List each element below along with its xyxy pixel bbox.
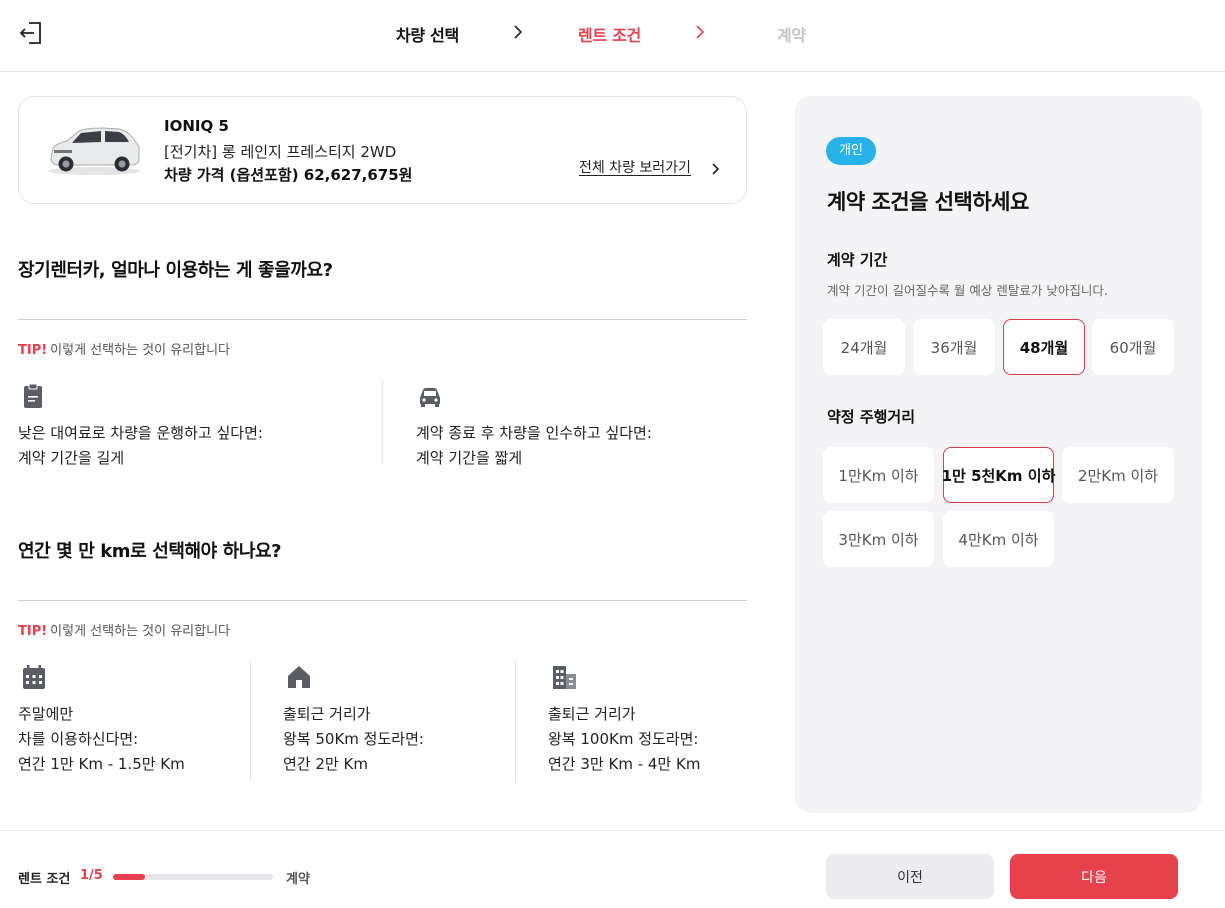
tip-line: 낮은 대여료로 차량을 운행하고 싶다면: xyxy=(18,424,263,442)
progress-label: 렌트 조건 xyxy=(18,872,71,887)
tip-line: 계약 기간을 짧게 xyxy=(416,449,523,467)
view-all-cars-link[interactable]: 전체 차량 보러가기 xyxy=(579,157,691,177)
step-contract: 계약 xyxy=(777,26,806,45)
tip-line: 왕복 50Km 정도라면: xyxy=(283,730,424,748)
previous-button[interactable]: 이전 xyxy=(826,854,994,899)
mileage-option-20k[interactable]: 2만Km 이하 xyxy=(1062,447,1174,503)
contract-conditions-panel: 개인 계약 조건을 선택하세요 계약 기간 계약 기간이 길어질수록 월 예상 … xyxy=(795,96,1202,813)
mileage-option-15k[interactable]: 1만 5천Km 이하 xyxy=(942,447,1055,503)
divider xyxy=(18,319,747,320)
exit-icon[interactable] xyxy=(18,20,44,46)
chevron-right-icon[interactable] xyxy=(711,161,721,177)
period-option-24[interactable]: 24개월 xyxy=(823,319,905,375)
period-question: 장기렌터카, 얼마나 이용하는 게 좋을까요? xyxy=(18,260,333,281)
tip-text: 이렇게 선택하는 것이 유리합니다 xyxy=(50,624,231,639)
progress-end-label: 계약 xyxy=(286,872,310,887)
tip-line: 연간 1만 Km - 1.5만 Km xyxy=(18,755,185,773)
tip-line: 연간 3만 Km - 4만 Km xyxy=(548,755,701,773)
period-option-48[interactable]: 48개월 xyxy=(1003,319,1085,375)
tip-line: 왕복 100Km 정도라면: xyxy=(548,730,699,748)
mileage-question: 연간 몇 만 km로 선택해야 하나요? xyxy=(18,541,282,562)
car-image xyxy=(48,127,140,175)
step-vehicle-select[interactable]: 차량 선택 xyxy=(396,22,459,46)
mileage-tip-50km: 출퇴근 거리가 왕복 50Km 정도라면: 연간 2만 Km xyxy=(283,702,424,777)
calendar-icon xyxy=(23,665,45,689)
mileage-tip-100km: 출퇴근 거리가 왕복 100Km 정도라면: 연간 3만 Km - 4만 Km xyxy=(548,702,700,777)
top-header: 차량 선택 렌트 조건 계약 xyxy=(0,0,1225,72)
car-model-name: IONIQ 5 xyxy=(164,117,229,135)
divider xyxy=(18,600,747,601)
divider xyxy=(382,380,383,464)
car-icon xyxy=(420,388,440,407)
mileage-tip-weekend: 주말에만 차를 이용하신다면: 연간 1만 Km - 1.5만 Km xyxy=(18,702,185,777)
clipboard-icon xyxy=(24,383,42,408)
mileage-option-10k[interactable]: 1만Km 이하 xyxy=(823,447,934,503)
chevron-right-icon xyxy=(696,25,705,39)
period-description: 계약 기간이 길어질수록 월 예상 렌탈료가 낮아집니다. xyxy=(827,283,1108,298)
progress-bar xyxy=(113,874,273,880)
mileage-label: 약정 주행거리 xyxy=(827,408,916,426)
customer-type-badge: 개인 xyxy=(826,137,876,165)
step-rent-conditions[interactable]: 렌트 조건 xyxy=(578,22,641,46)
progress-count: 1/5 xyxy=(80,868,103,883)
tip-line: 계약 기간을 길게 xyxy=(18,449,125,467)
tip-line: 주말에만 xyxy=(18,705,74,723)
tip-label: TIP! xyxy=(18,343,48,358)
car-price: 차량 가격 (옵션포함) 62,627,675원 xyxy=(164,166,413,184)
tip-text: 이렇게 선택하는 것이 유리합니다 xyxy=(50,343,231,358)
progress-bar-fill xyxy=(113,874,145,880)
divider xyxy=(515,660,516,782)
tip-line: 출퇴근 거리가 xyxy=(548,705,636,723)
panel-title: 계약 조건을 선택하세요 xyxy=(827,190,1029,214)
house-icon xyxy=(288,666,310,688)
period-tip: TIP! 이렇게 선택하는 것이 유리합니다 xyxy=(18,339,230,358)
selected-car-card: IONIQ 5 [전기차] 롱 레인지 프레스티지 2WD 차량 가격 (옵션포… xyxy=(18,96,747,204)
tip-line: 차를 이용하신다면: xyxy=(18,730,139,748)
mileage-option-40k[interactable]: 4만Km 이하 xyxy=(943,511,1054,567)
next-button[interactable]: 다음 xyxy=(1010,854,1178,899)
period-option-36[interactable]: 36개월 xyxy=(913,319,995,375)
period-tip-short: 계약 종료 후 차량을 인수하고 싶다면: 계약 기간을 짧게 xyxy=(416,421,652,471)
chevron-right-icon xyxy=(514,25,523,39)
building-icon xyxy=(553,666,576,689)
mileage-tip: TIP! 이렇게 선택하는 것이 유리합니다 xyxy=(18,620,230,639)
period-option-60[interactable]: 60개월 xyxy=(1092,319,1174,375)
mileage-option-30k[interactable]: 3만Km 이하 xyxy=(823,511,934,567)
period-label: 계약 기간 xyxy=(827,251,888,269)
tip-line: 계약 종료 후 차량을 인수하고 싶다면: xyxy=(416,424,652,442)
divider xyxy=(250,660,251,782)
tip-line: 연간 2만 Km xyxy=(283,755,368,773)
tip-label: TIP! xyxy=(18,624,48,639)
period-tip-long: 낮은 대여료로 차량을 운행하고 싶다면: 계약 기간을 길게 xyxy=(18,421,263,471)
car-trim: [전기차] 롱 레인지 프레스티지 2WD xyxy=(164,143,397,161)
tip-line: 출퇴근 거리가 xyxy=(283,705,371,723)
bottom-bar: 렌트 조건 1/5 계약 이전 다음 xyxy=(0,830,1225,908)
